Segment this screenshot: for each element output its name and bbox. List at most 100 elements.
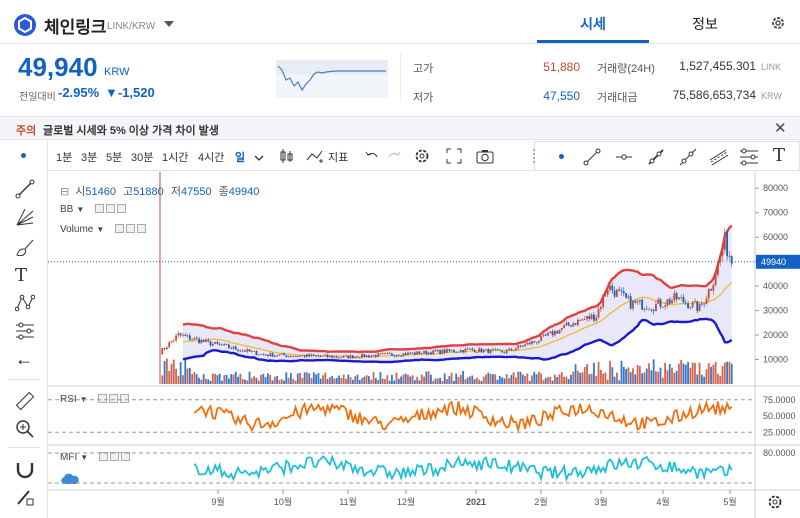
candle-body — [168, 342, 171, 348]
gear-icon[interactable] — [770, 15, 786, 34]
fib-fan-icon[interactable] — [15, 207, 35, 230]
volume-bar — [411, 375, 414, 384]
fib-retracement-icon[interactable] — [739, 148, 759, 169]
undo-icon[interactable] — [364, 148, 380, 167]
candle-body — [563, 325, 565, 329]
volume-bar — [466, 377, 469, 384]
indicator-button[interactable]: 지표 — [328, 149, 348, 165]
candle-body — [517, 345, 520, 349]
volume-bar — [322, 375, 324, 384]
interval-4h[interactable]: 4시간 — [198, 149, 224, 165]
candle-body — [358, 357, 361, 359]
fullscreen-icon[interactable] — [446, 148, 462, 167]
candle-body — [462, 350, 464, 353]
volume-bar — [703, 376, 706, 384]
text-tool-icon[interactable]: T — [773, 145, 785, 166]
interval-3m[interactable]: 3분 — [81, 149, 97, 165]
redo-icon[interactable] — [386, 148, 402, 167]
candle-body — [652, 310, 655, 312]
volume-bar — [494, 374, 497, 384]
pencil-lock-icon[interactable] — [15, 487, 35, 510]
chevron-down-icon[interactable] — [254, 151, 264, 165]
active-tab-indicator — [537, 40, 649, 43]
ray-icon[interactable] — [647, 148, 665, 169]
volume-bar — [634, 374, 637, 384]
brush-icon[interactable] — [15, 237, 35, 260]
gear-icon[interactable] — [767, 494, 783, 513]
interval-1m[interactable]: 1분 — [56, 149, 72, 165]
volume-bar — [425, 371, 428, 384]
candle-body — [349, 355, 352, 359]
volume-bar — [230, 374, 233, 384]
candlestick-icon[interactable] — [278, 148, 294, 167]
trend-line-icon[interactable] — [15, 179, 35, 202]
candle-body — [519, 345, 522, 347]
measure-lines-icon[interactable] — [15, 321, 35, 344]
candle-body — [237, 349, 239, 351]
candle-body — [315, 355, 318, 357]
candle-body — [368, 355, 370, 358]
ruler-icon[interactable] — [15, 391, 35, 414]
candle-body — [723, 232, 726, 250]
gear-icon[interactable] — [414, 148, 430, 167]
magnet-icon[interactable] — [15, 459, 35, 482]
candle-body — [616, 289, 618, 297]
candle-body — [354, 356, 357, 359]
volume-bar — [581, 372, 584, 384]
horizontal-line-icon[interactable] — [615, 148, 633, 169]
volume-bar — [540, 373, 543, 384]
arrow-left-icon[interactable]: ← — [15, 349, 33, 370]
candle-body — [508, 348, 510, 351]
candle-body — [455, 351, 458, 353]
candle-body — [335, 356, 338, 358]
notice-text: 글로벌 시세와 5% 이상 가격 차이 발생 — [43, 125, 219, 137]
chart-toolbar: 1분 3분 5분 30분 1시간 4시간 일 지표 — [48, 141, 532, 171]
parallel-channel-icon[interactable] — [709, 148, 729, 169]
zoom-in-icon[interactable] — [15, 419, 35, 442]
price-chart[interactable]: 8000070000600005000040000300002000010000… — [48, 172, 800, 518]
indicator-icon[interactable] — [306, 148, 326, 167]
volume-bar — [574, 364, 577, 384]
candle-body — [423, 350, 425, 354]
drawing-toolbar: T — [533, 141, 800, 171]
coin-name[interactable]: 체인링크 — [44, 13, 107, 38]
volume-bar — [269, 374, 272, 384]
candle-body — [475, 352, 478, 353]
volume-bar — [430, 374, 432, 384]
candle-body — [432, 350, 435, 355]
divider — [8, 447, 40, 448]
volume-bar — [239, 373, 242, 384]
candle-body — [659, 299, 662, 307]
trend-line-icon[interactable] — [583, 148, 601, 169]
tab-info[interactable]: 정보 — [649, 14, 761, 34]
interval-day[interactable]: 일 — [235, 149, 245, 165]
candle-body — [372, 355, 375, 356]
volume-bar — [556, 376, 559, 384]
close-icon[interactable]: ✕ — [774, 119, 787, 137]
volume-bar — [292, 378, 295, 384]
candle-body — [283, 353, 285, 356]
divider — [400, 52, 401, 102]
volume-bar — [613, 376, 616, 384]
chevron-down-icon[interactable] — [164, 21, 174, 27]
volume-bar — [384, 379, 386, 384]
extended-line-icon[interactable] — [679, 148, 697, 169]
cursor-dot-icon[interactable] — [559, 154, 564, 159]
volume-bar — [363, 376, 366, 384]
interval-5m[interactable]: 5분 — [106, 149, 122, 165]
volume-bar — [312, 372, 315, 384]
volume-bar — [719, 375, 722, 384]
text-tool-icon[interactable]: T — [15, 265, 27, 286]
candle-body — [365, 355, 368, 358]
interval-1h[interactable]: 1시간 — [162, 149, 188, 165]
camera-icon[interactable] — [476, 148, 494, 167]
candle-body — [411, 352, 414, 354]
interval-30m[interactable]: 30분 — [131, 149, 153, 165]
cursor-dot-icon[interactable] — [21, 153, 26, 158]
volume-bar — [503, 378, 506, 384]
drag-handle[interactable] — [533, 149, 535, 163]
pattern-icon[interactable] — [14, 293, 36, 316]
candle-body — [386, 353, 389, 354]
tab-sise[interactable]: 시세 — [537, 14, 649, 34]
volume-bar — [200, 379, 203, 384]
